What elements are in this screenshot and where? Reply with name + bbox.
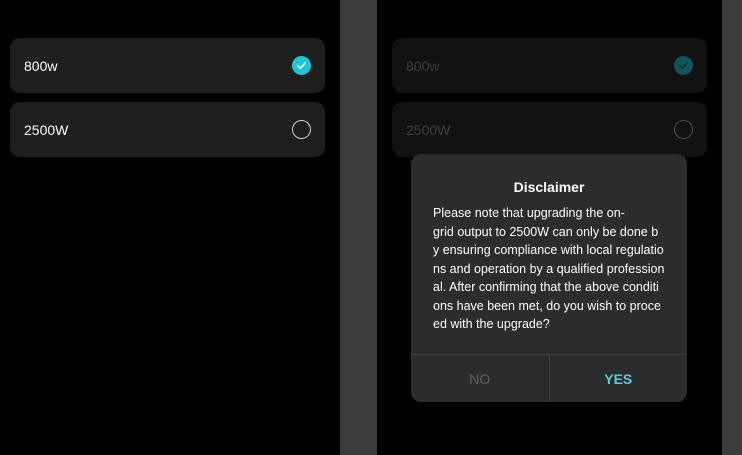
check-circle-icon xyxy=(674,56,693,75)
radio-empty-icon[interactable] xyxy=(292,120,311,139)
option-label: 2500W xyxy=(406,121,451,138)
dialog-message-line: al. After confirming that the above cond… xyxy=(433,280,659,294)
dialog-title: Disclaimer xyxy=(513,179,585,195)
radio-empty-icon xyxy=(674,120,693,139)
option-2500w[interactable]: 2500W xyxy=(10,102,325,157)
dialog-button-row: NO YES xyxy=(411,355,687,402)
option-label: 800w xyxy=(406,57,440,74)
check-circle-icon[interactable] xyxy=(292,56,311,75)
power-option-screen: 800w 2500W xyxy=(0,0,340,455)
dialog-message-line: Please note that upgrading the on- xyxy=(433,206,625,220)
dialog-message-line: ed with the upgrade? xyxy=(433,317,550,331)
option-2500w: 2500W xyxy=(392,102,707,157)
option-800w[interactable]: 800w xyxy=(10,38,325,93)
dialog-message: Please note that upgrading the on- grid … xyxy=(433,204,667,334)
dialog-message-line: ons have been met, do you wish to proce xyxy=(433,298,661,313)
dialog-message-line: ns and operation by a qualified professi… xyxy=(433,261,665,276)
option-800w: 800w xyxy=(392,38,707,93)
option-label: 2500W xyxy=(24,121,69,138)
no-button[interactable]: NO xyxy=(411,355,550,402)
dialog-message-line: grid output to 2500W can only be done b xyxy=(433,224,659,239)
disclaimer-dialog: Disclaimer Please note that upgrading th… xyxy=(411,154,687,402)
dialog-message-line: y ensuring compliance with local regulat… xyxy=(433,243,664,257)
option-label: 800w xyxy=(24,57,58,74)
yes-button[interactable]: YES xyxy=(550,355,688,402)
power-option-screen-with-dialog: 800w 2500W Disclaimer Please note that u… xyxy=(377,0,722,455)
